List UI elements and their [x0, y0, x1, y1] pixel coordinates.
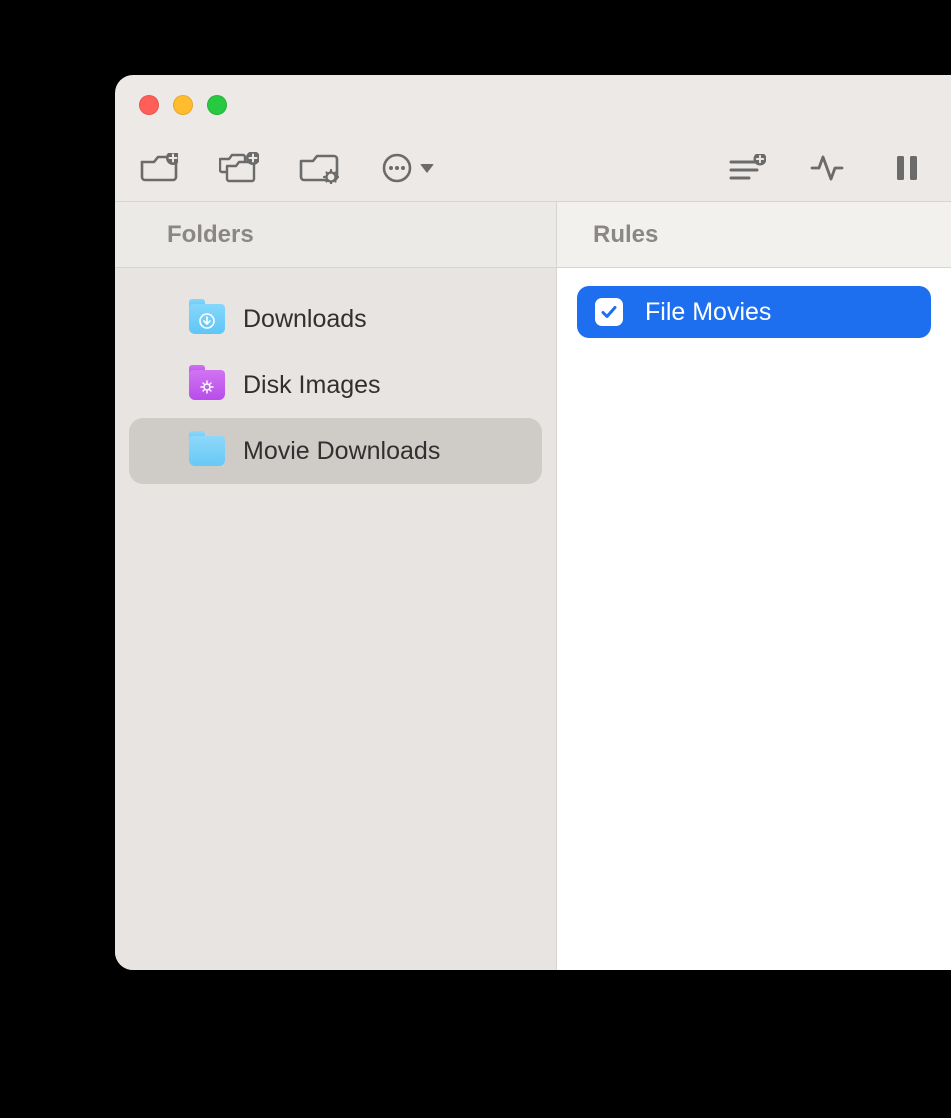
titlebar: [115, 75, 951, 135]
list-plus-icon: [728, 154, 766, 182]
folder-blue-icon: [189, 436, 225, 466]
pause-icon: [895, 154, 919, 182]
rules-header-label: Rules: [593, 221, 658, 249]
app-window: Folders Downloads: [115, 75, 951, 970]
more-menu-button[interactable]: [379, 148, 437, 188]
toolbar: [115, 135, 951, 201]
add-folder-button[interactable]: [139, 148, 179, 188]
rules-column: Rules File Movies: [557, 202, 951, 970]
add-smart-folder-button[interactable]: [219, 148, 259, 188]
folder-gear-purple-icon: [189, 370, 225, 400]
folder-item-label: Movie Downloads: [243, 437, 440, 466]
folder-item-downloads[interactable]: Downloads: [129, 286, 542, 352]
folder-plus-icon: [140, 153, 178, 183]
window-minimize-button[interactable]: [173, 95, 193, 115]
activity-button[interactable]: [807, 148, 847, 188]
folder-downloads-icon: [189, 304, 225, 334]
add-rule-button[interactable]: [727, 148, 767, 188]
folder-item-disk-images[interactable]: Disk Images: [129, 352, 542, 418]
window-zoom-button[interactable]: [207, 95, 227, 115]
rule-enabled-checkbox[interactable]: [595, 298, 623, 326]
nested-folder-plus-icon: [219, 152, 259, 184]
window-close-button[interactable]: [139, 95, 159, 115]
main-columns: Folders Downloads: [115, 201, 951, 970]
rules-list: File Movies: [557, 268, 951, 970]
folder-item-label: Disk Images: [243, 371, 381, 400]
folder-gear-icon: [299, 152, 339, 184]
ellipsis-circle-icon: [382, 153, 412, 183]
folders-list: Downloads: [115, 268, 556, 970]
folder-item-movie-downloads[interactable]: Movie Downloads: [129, 418, 542, 484]
folder-settings-button[interactable]: [299, 148, 339, 188]
rule-item-label: File Movies: [645, 298, 771, 327]
chevron-down-icon: [420, 164, 434, 173]
activity-icon: [810, 154, 844, 182]
checkmark-icon: [600, 303, 618, 321]
folders-header-label: Folders: [167, 221, 254, 249]
rules-header: Rules: [557, 202, 951, 268]
folders-header: Folders: [115, 202, 556, 268]
rule-item-file-movies[interactable]: File Movies: [577, 286, 931, 338]
folder-item-label: Downloads: [243, 305, 367, 334]
folders-column: Folders Downloads: [115, 202, 557, 970]
pause-button[interactable]: [887, 148, 927, 188]
